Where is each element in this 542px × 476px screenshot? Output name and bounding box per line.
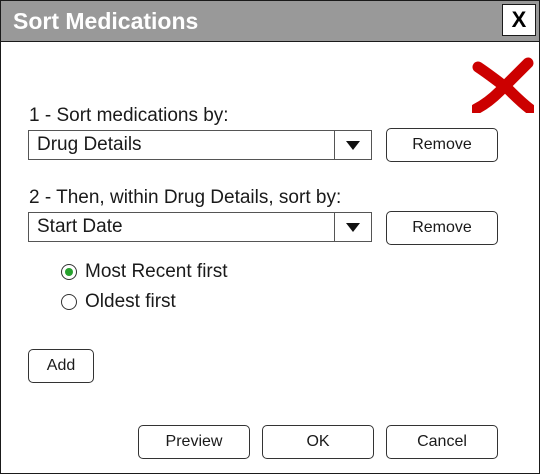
preview-button[interactable]: Preview — [138, 425, 250, 459]
dialog-title: Sort Medications — [13, 8, 199, 34]
radio-button[interactable] — [61, 294, 77, 310]
chevron-down-icon[interactable] — [334, 213, 371, 241]
sort-level-1-label: 1 - Sort medications by: — [29, 105, 229, 126]
sort-level-2-value: Start Date — [37, 216, 123, 237]
sort-level-2-dropdown[interactable]: Start Date — [28, 212, 372, 242]
radio-selected-dot — [65, 268, 73, 276]
radio-button-selected[interactable] — [61, 264, 77, 280]
ok-button[interactable]: OK — [262, 425, 374, 459]
title-bar: Sort Medications X — [1, 1, 539, 42]
remove-sort-level-2-button[interactable]: Remove — [386, 211, 498, 245]
red-x-icon — [472, 57, 534, 113]
chevron-down-icon[interactable] — [334, 131, 371, 159]
remove-sort-level-1-button[interactable]: Remove — [386, 128, 498, 162]
radio-label: Most Recent first — [85, 261, 228, 282]
add-sort-level-button[interactable]: Add — [28, 349, 94, 383]
sort-level-1-dropdown[interactable]: Drug Details — [28, 130, 372, 160]
sort-level-2-label: 2 - Then, within Drug Details, sort by: — [29, 187, 342, 208]
close-button[interactable]: X — [502, 4, 536, 36]
close-icon: X — [511, 7, 527, 32]
sort-medications-dialog: Sort Medications X 1 - Sort medications … — [0, 0, 540, 474]
radio-label: Oldest first — [85, 291, 176, 312]
cancel-button[interactable]: Cancel — [386, 425, 498, 459]
sort-level-1-value: Drug Details — [37, 134, 142, 155]
